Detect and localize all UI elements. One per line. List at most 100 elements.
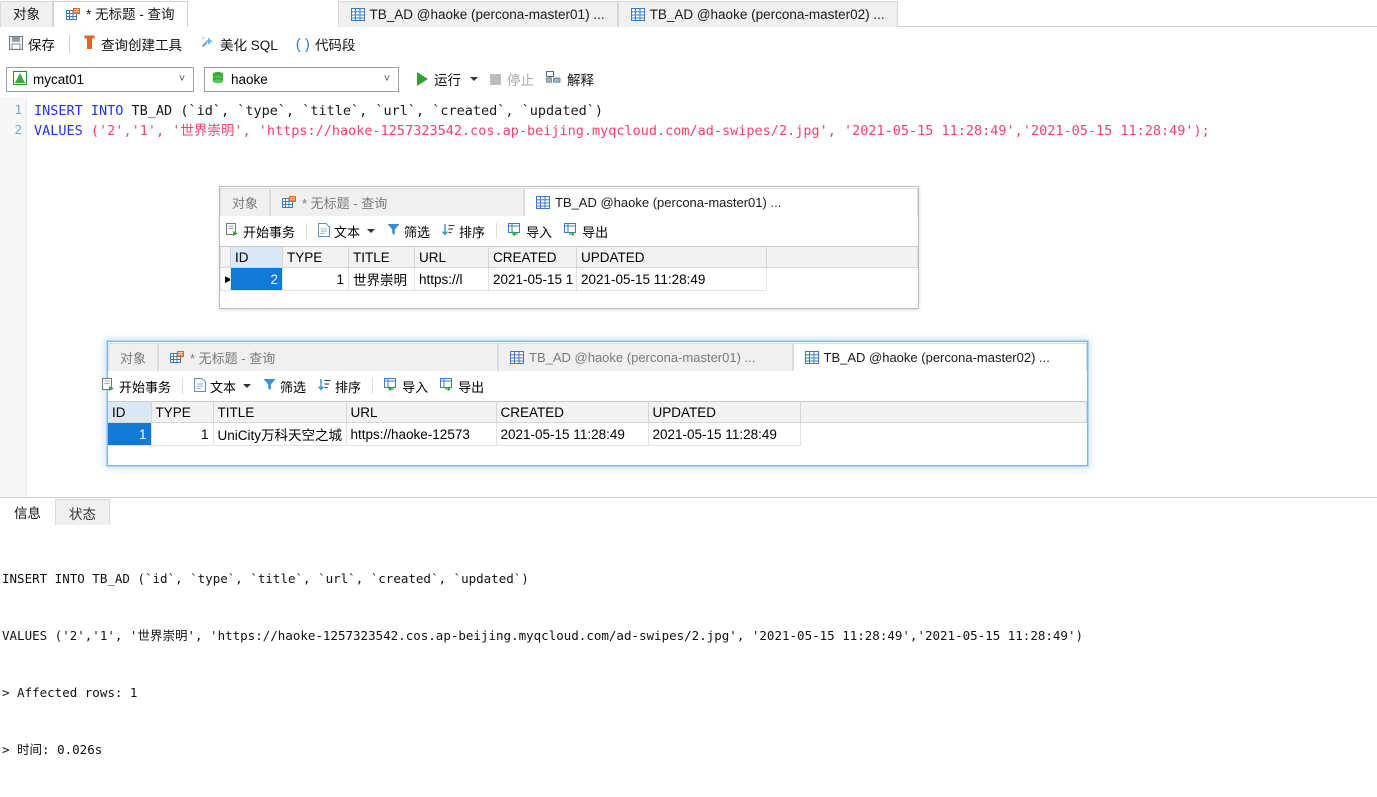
cell-url[interactable]: https://l bbox=[414, 267, 489, 291]
query-icon bbox=[170, 350, 185, 365]
save-button[interactable]: 保存 bbox=[0, 31, 64, 57]
sql-punct: , bbox=[827, 123, 844, 139]
cell-url[interactable]: https://haoke-12573 bbox=[345, 422, 497, 446]
cell-id[interactable]: 2 bbox=[230, 267, 283, 291]
column-header-updated[interactable]: UPDATED bbox=[576, 246, 767, 268]
begin-transaction-label: 开始事务 bbox=[119, 379, 172, 395]
editor-toolbar: 保存 查询创建工具 美化 SQL ( ) 代码段 bbox=[0, 27, 1377, 62]
tab-tb-ad-master01[interactable]: TB_AD @haoke (percona-master01) ... bbox=[523, 188, 919, 216]
column-header-created[interactable]: CREATED bbox=[495, 401, 649, 423]
tab-objects[interactable]: 对象 bbox=[220, 188, 271, 216]
sql-string: '2' bbox=[99, 123, 124, 139]
begin-transaction-button[interactable]: 开始事务 bbox=[220, 220, 301, 242]
chevron-down-icon[interactable]: ˅ bbox=[376, 73, 398, 85]
explain-icon bbox=[546, 70, 561, 88]
cell-id[interactable]: 1 bbox=[108, 422, 152, 446]
cell-created[interactable]: 2021-05-15 11:28:49 bbox=[495, 422, 649, 446]
grid-icon bbox=[510, 351, 525, 364]
tab-untitled-query[interactable]: * 无标题 - 查询 bbox=[158, 343, 499, 371]
sql-string: '1' bbox=[131, 123, 156, 139]
sort-button[interactable]: 排序 bbox=[312, 375, 367, 397]
tab-label: TB_AD @haoke (percona-master02) ... bbox=[649, 6, 885, 22]
result-window-master01[interactable]: 对象 * 无标题 - 查询 TB_AD @haoke (percona-mast… bbox=[219, 186, 919, 309]
import-button[interactable]: 导入 bbox=[502, 220, 558, 242]
tab-tb-ad-master02[interactable]: TB_AD @haoke (percona-master02) ... bbox=[792, 343, 1088, 371]
builder-icon bbox=[84, 35, 96, 53]
export-button[interactable]: 导出 bbox=[434, 375, 490, 397]
tab-untitled-query[interactable]: * 无标题 - 查询 bbox=[270, 188, 524, 216]
tab-tb-ad-master01[interactable]: TB_AD @haoke (percona-master01) ... bbox=[337, 1, 618, 27]
column-header-url[interactable]: URL bbox=[414, 246, 489, 268]
sort-button[interactable]: 排序 bbox=[436, 220, 491, 242]
query-builder-button[interactable]: 查询创建工具 bbox=[75, 31, 191, 57]
stop-label: 停止 bbox=[507, 73, 534, 88]
column-header-id[interactable]: ID bbox=[108, 401, 152, 423]
import-button[interactable]: 导入 bbox=[378, 375, 434, 397]
cell-title[interactable]: 世界崇明 bbox=[348, 267, 415, 291]
column-header-url[interactable]: URL bbox=[345, 401, 497, 423]
text-button[interactable]: 文本 bbox=[312, 220, 381, 242]
code-snippet-button[interactable]: ( ) 代码段 bbox=[287, 31, 365, 57]
column-header-type[interactable]: TYPE bbox=[150, 401, 214, 423]
cell-title[interactable]: UniCity万科天空之城 bbox=[212, 422, 347, 446]
tab-info[interactable]: 信息 bbox=[0, 499, 55, 525]
table-row[interactable]: 1 1 UniCity万科天空之城 https://haoke-12573 20… bbox=[108, 422, 1087, 446]
beautify-sql-label: 美化 SQL bbox=[220, 38, 278, 53]
cell-type[interactable]: 1 bbox=[282, 267, 349, 291]
sql-punct: , bbox=[1014, 123, 1023, 139]
begin-transaction-button[interactable]: 开始事务 bbox=[102, 375, 177, 397]
filter-icon bbox=[263, 378, 276, 394]
cell-type[interactable]: 1 bbox=[150, 422, 214, 446]
text-label: 文本 bbox=[334, 224, 361, 240]
grid-icon bbox=[535, 196, 550, 209]
sql-punct: , bbox=[242, 123, 259, 139]
tab-objects[interactable]: 对象 bbox=[108, 343, 159, 371]
tab-tb-ad-master02[interactable]: TB_AD @haoke (percona-master02) ... bbox=[617, 1, 898, 27]
toolbar-divider bbox=[182, 378, 184, 394]
column-header-type[interactable]: TYPE bbox=[282, 246, 349, 268]
tab-status[interactable]: 状态 bbox=[55, 499, 110, 525]
sql-punct: ( bbox=[90, 123, 100, 139]
toolbar-divider bbox=[306, 223, 308, 239]
sql-punct: , bbox=[155, 123, 173, 139]
chevron-down-icon[interactable]: ˅ bbox=[171, 73, 193, 85]
column-header-updated[interactable]: UPDATED bbox=[647, 401, 801, 423]
column-header-title[interactable]: TITLE bbox=[212, 401, 347, 423]
query-icon bbox=[66, 7, 81, 22]
tab-untitled-query[interactable]: * 无标题 - 查询 bbox=[53, 1, 188, 27]
result-grid-master01[interactable]: ID TYPE TITLE URL CREATED UPDATED ▶ 2 1 … bbox=[220, 246, 918, 291]
column-header-created[interactable]: CREATED bbox=[488, 246, 577, 268]
cell-filler bbox=[800, 423, 1087, 446]
tab-objects[interactable]: 对象 bbox=[0, 1, 53, 27]
result-tab-label: * 无标题 - 查询 bbox=[302, 196, 388, 211]
parentheses-icon: ( ) bbox=[295, 35, 310, 53]
cell-updated[interactable]: 2021-05-15 11:28:49 bbox=[576, 267, 767, 291]
begin-transaction-label: 开始事务 bbox=[243, 224, 296, 240]
cell-updated[interactable]: 2021-05-15 11:28:49 bbox=[647, 422, 801, 446]
filter-button[interactable]: 筛选 bbox=[381, 220, 436, 242]
chevron-down-icon[interactable] bbox=[470, 77, 478, 81]
play-icon bbox=[417, 72, 428, 86]
result-window-master02[interactable]: 对象 * 无标题 - 查询 TB_AD @haoke (percona-mast… bbox=[102, 341, 1088, 466]
text-button[interactable]: 文本 bbox=[188, 375, 257, 397]
database-select[interactable]: haoke ˅ bbox=[204, 66, 399, 92]
column-header-title[interactable]: TITLE bbox=[348, 246, 415, 268]
output-log[interactable]: INSERT INTO TB_AD (`id`, `type`, `title`… bbox=[0, 525, 1377, 797]
beautify-sql-button[interactable]: 美化 SQL bbox=[191, 31, 287, 57]
tab-bar-gap bbox=[188, 1, 338, 27]
result-tab-label: 对象 bbox=[232, 196, 259, 211]
stop-button[interactable]: 停止 bbox=[484, 66, 540, 92]
table-header-row: ID TYPE TITLE URL CREATED UPDATED bbox=[108, 401, 1087, 423]
connection-select[interactable]: mycat01 ˅ bbox=[6, 66, 194, 92]
filter-button[interactable]: 筛选 bbox=[257, 375, 312, 397]
result-grid-master02[interactable]: ID TYPE TITLE URL CREATED UPDATED 1 1 Un… bbox=[108, 401, 1087, 446]
run-button[interactable]: 运行 bbox=[411, 66, 484, 92]
explain-button[interactable]: 解释 bbox=[540, 66, 600, 92]
tab-tb-ad-master01[interactable]: TB_AD @haoke (percona-master01) ... bbox=[498, 343, 793, 371]
table-row[interactable]: ▶ 2 1 世界崇明 https://l 2021-05-15 1 2021-0… bbox=[220, 267, 918, 291]
export-button[interactable]: 导出 bbox=[558, 220, 614, 242]
cell-created[interactable]: 2021-05-15 1 bbox=[488, 267, 577, 291]
chevron-down-icon[interactable] bbox=[367, 229, 376, 233]
chevron-down-icon[interactable] bbox=[243, 384, 252, 388]
column-header-id[interactable]: ID bbox=[230, 246, 283, 268]
